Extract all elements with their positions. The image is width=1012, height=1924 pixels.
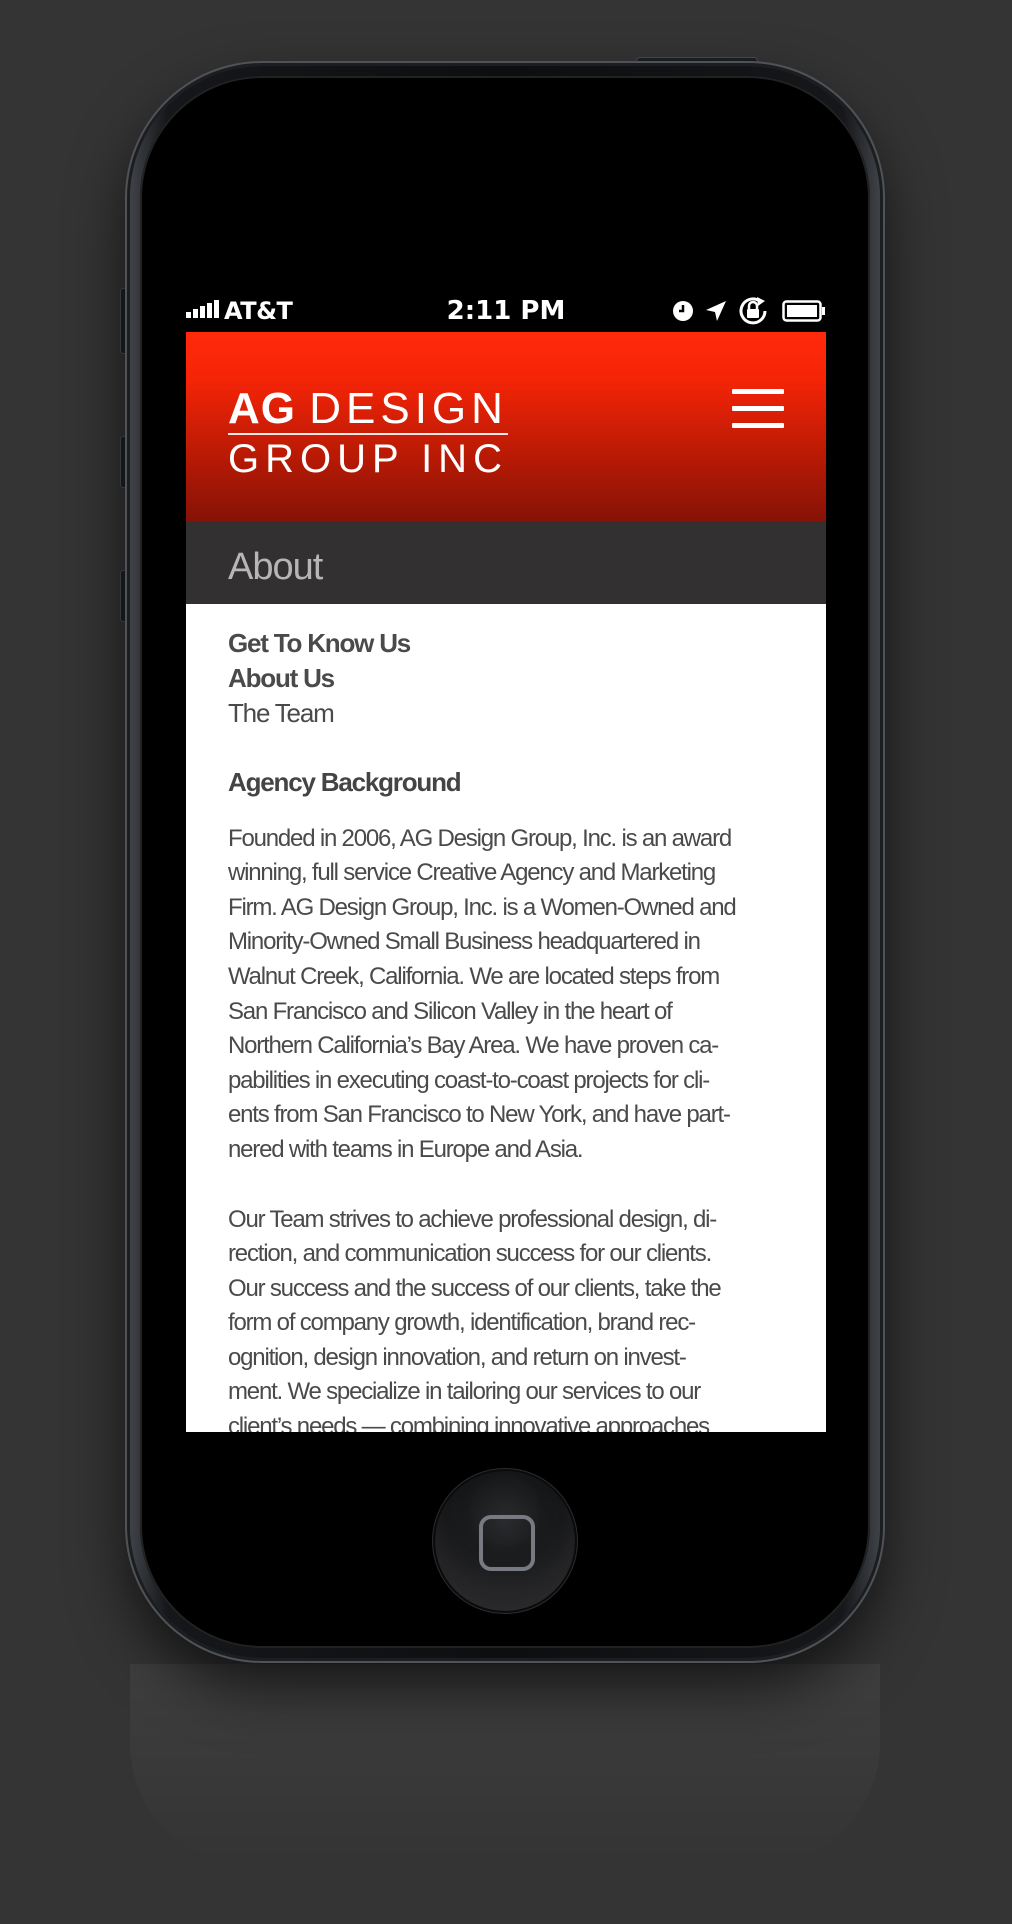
section-header: About: [186, 522, 826, 604]
company-logo[interactable]: AG DESIGN GROUP INC: [228, 387, 508, 479]
logo-ag-text: AG: [228, 384, 296, 433]
team-paragraph: Our Team strives to achieve professional…: [228, 1205, 722, 1432]
home-button[interactable]: [435, 1471, 575, 1611]
logo-design-text: DESIGN: [309, 384, 508, 433]
status-icons: [672, 296, 826, 326]
app-header: AG DESIGN GROUP INC: [186, 332, 826, 522]
section-heading: Agency Background: [228, 767, 462, 797]
main-content: Get To Know Us About Us The Team Agency …: [228, 626, 788, 1432]
orientation-lock-icon: [739, 297, 767, 325]
logo-line-2: GROUP INC: [228, 437, 508, 481]
subnav-item-get-to-know-us[interactable]: Get To Know Us: [228, 626, 788, 661]
mute-switch: [120, 288, 128, 354]
phone-reflection: [130, 1664, 880, 1864]
clock-icon: [673, 301, 693, 321]
hamburger-menu-icon[interactable]: [732, 389, 786, 431]
location-arrow-icon: [706, 301, 726, 321]
subnav-item-the-team[interactable]: The Team: [228, 696, 788, 731]
home-square-icon: [479, 1515, 535, 1571]
status-bar: AT&T 2:11 PM: [186, 296, 826, 332]
agency-background-paragraph: Founded in 2006, AG Design Group, Inc. i…: [228, 824, 737, 1163]
logo-line-1: AG DESIGN: [228, 387, 508, 431]
battery-icon: [782, 300, 825, 322]
about-subnav: Get To Know Us About Us The Team: [228, 626, 788, 731]
subnav-item-about-us[interactable]: About Us: [228, 661, 788, 696]
phone-screen: AT&T 2:11 PM AG DESIGN GROUP INC About G…: [186, 296, 826, 1432]
volume-down-button: [120, 570, 128, 622]
logo-divider: [228, 433, 508, 435]
volume-up-button: [120, 436, 128, 488]
page-title: About: [228, 546, 323, 588]
